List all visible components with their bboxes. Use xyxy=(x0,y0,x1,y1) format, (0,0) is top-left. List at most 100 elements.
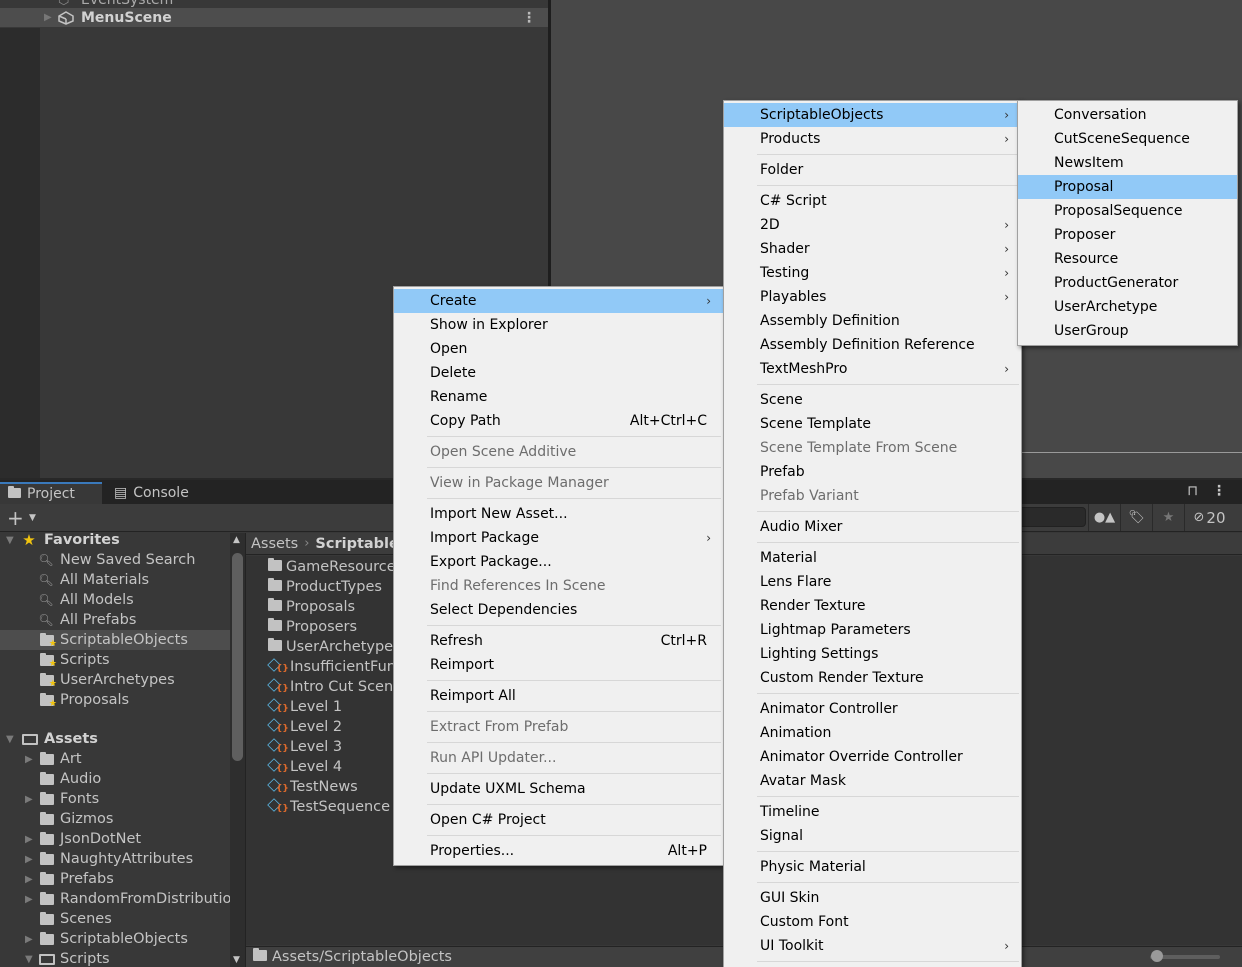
tab-project[interactable]: Project xyxy=(0,482,102,504)
asset-folder-item[interactable]: Scenes xyxy=(0,909,230,929)
create-button[interactable]: + xyxy=(7,506,24,530)
breadcrumb-current[interactable]: Scriptable xyxy=(315,536,398,552)
more-options-icon[interactable]: ⋮ xyxy=(522,10,536,26)
breadcrumb-root[interactable]: Assets xyxy=(251,536,298,552)
menu-item-ui-toolkit[interactable]: UI Toolkit › xyxy=(724,934,1021,958)
menu-item-import-package[interactable]: Import Package › xyxy=(394,526,723,550)
tree-scrollbar[interactable]: ▲ ▼ xyxy=(230,533,246,967)
menu-item-resource[interactable]: Resource xyxy=(1018,247,1237,271)
chevron-down-icon[interactable]: ▼ xyxy=(29,513,36,523)
list-item[interactable]: {} TestNews xyxy=(267,777,358,797)
hidden-packages-toggle[interactable]: ⊘ 20 xyxy=(1184,504,1234,531)
menu-item-newsitem[interactable]: NewsItem xyxy=(1018,151,1237,175)
menu-item-assembly-definition[interactable]: Assembly Definition xyxy=(724,309,1021,333)
favorite-item[interactable]: 🔍︎ All Prefabs xyxy=(0,610,230,630)
collapse-arrow-icon[interactable]: ▼ xyxy=(6,734,14,745)
lock-icon[interactable]: ⊓ xyxy=(1187,483,1198,499)
asset-folder-item[interactable]: Gizmos xyxy=(0,809,230,829)
expand-arrow-icon[interactable]: ▶ xyxy=(25,894,33,905)
favorite-item[interactable]: 🔍︎ New Saved Search xyxy=(0,550,230,570)
menu-item-scene[interactable]: Scene xyxy=(724,388,1021,412)
list-item[interactable]: {} Level 2 xyxy=(267,717,342,737)
menu-item-proposal[interactable]: Proposal xyxy=(1018,175,1237,199)
expand-arrow-icon[interactable]: ▶ xyxy=(25,934,33,945)
asset-folder-item[interactable]: ▶ Prefabs xyxy=(0,869,230,889)
expand-arrow-icon[interactable]: ▶ xyxy=(25,854,33,865)
list-item[interactable]: Proposers xyxy=(268,617,357,637)
menu-item-open[interactable]: Open xyxy=(394,337,723,361)
menu-item-productgenerator[interactable]: ProductGenerator xyxy=(1018,271,1237,295)
slider-handle[interactable] xyxy=(1151,950,1163,962)
scroll-down-icon[interactable]: ▼ xyxy=(233,955,240,965)
search-by-label-button[interactable]: 🏷 xyxy=(1120,504,1152,531)
menu-item-proposer[interactable]: Proposer xyxy=(1018,223,1237,247)
menu-item-shader[interactable]: Shader › xyxy=(724,237,1021,261)
list-item[interactable]: GameResource xyxy=(268,557,396,577)
menu-item-2d[interactable]: 2D › xyxy=(724,213,1021,237)
menu-item-lightmap-parameters[interactable]: Lightmap Parameters xyxy=(724,618,1021,642)
asset-folder-item[interactable]: ▶ ScriptableObjects xyxy=(0,929,230,949)
list-item[interactable]: {} Level 3 xyxy=(267,737,342,757)
menu-item-animator-override-controller[interactable]: Animator Override Controller xyxy=(724,745,1021,769)
asset-folder-item[interactable]: ▶ Art xyxy=(0,749,230,769)
favorite-item[interactable]: 🔍︎ All Models xyxy=(0,590,230,610)
menu-item-properties[interactable]: Properties... Alt+P xyxy=(394,839,723,863)
menu-item-signal[interactable]: Signal xyxy=(724,824,1021,848)
menu-item-gui-skin[interactable]: GUI Skin xyxy=(724,886,1021,910)
menu-item-lens-flare[interactable]: Lens Flare xyxy=(724,570,1021,594)
menu-item-create[interactable]: Create › xyxy=(394,289,723,313)
menu-item-scene-template[interactable]: Scene Template xyxy=(724,412,1021,436)
menu-item-products[interactable]: Products › xyxy=(724,127,1021,151)
list-item[interactable]: Proposals xyxy=(268,597,355,617)
menu-item-show-in-explorer[interactable]: Show in Explorer xyxy=(394,313,723,337)
menu-item-cutscenesequence[interactable]: CutSceneSequence xyxy=(1018,127,1237,151)
menu-item-csharp-script[interactable]: C# Script xyxy=(724,189,1021,213)
list-item[interactable]: {} Level 1 xyxy=(267,697,342,717)
asset-folder-item[interactable]: Audio xyxy=(0,769,230,789)
menu-item-animator-controller[interactable]: Animator Controller xyxy=(724,697,1021,721)
favorite-item[interactable]: 🔍︎ All Materials xyxy=(0,570,230,590)
menu-item-testing[interactable]: Testing › xyxy=(724,261,1021,285)
menu-item-timeline[interactable]: Timeline xyxy=(724,800,1021,824)
asset-folder-item[interactable]: ▼ Scripts xyxy=(0,949,230,967)
asset-folder-item[interactable]: ▶ NaughtyAttributes xyxy=(0,849,230,869)
list-item[interactable]: {} Intro Cut Scene xyxy=(267,677,402,697)
menu-item-proposalsequence[interactable]: ProposalSequence xyxy=(1018,199,1237,223)
menu-item-delete[interactable]: Delete xyxy=(394,361,723,385)
more-options-icon[interactable]: ⋮ xyxy=(1212,483,1226,499)
assets-header[interactable]: ▼ Assets xyxy=(0,729,230,749)
menu-item-reimport[interactable]: Reimport xyxy=(394,653,723,677)
menu-item-update-uxml-schema[interactable]: Update UXML Schema xyxy=(394,777,723,801)
favorite-item[interactable]: ★ ScriptableObjects xyxy=(0,630,230,650)
menu-item-rename[interactable]: Rename xyxy=(394,385,723,409)
expand-arrow-icon[interactable]: ▶ xyxy=(25,794,33,805)
menu-item-assembly-definition-reference[interactable]: Assembly Definition Reference xyxy=(724,333,1021,357)
favorite-item[interactable]: ★ UserArchetypes xyxy=(0,670,230,690)
menu-item-select-dependencies[interactable]: Select Dependencies xyxy=(394,598,723,622)
asset-folder-item[interactable]: ▶ JsonDotNet xyxy=(0,829,230,849)
menu-item-render-texture[interactable]: Render Texture xyxy=(724,594,1021,618)
menu-item-avatar-mask[interactable]: Avatar Mask xyxy=(724,769,1021,793)
menu-item-folder[interactable]: Folder xyxy=(724,158,1021,182)
menu-item-scriptableobjects[interactable]: ScriptableObjects › xyxy=(724,103,1021,127)
save-search-button[interactable]: ★ xyxy=(1152,504,1184,531)
menu-item-textmeshpro[interactable]: TextMeshPro › xyxy=(724,357,1021,381)
tab-console[interactable]: ▤ Console xyxy=(112,482,189,504)
menu-item-conversation[interactable]: Conversation xyxy=(1018,103,1237,127)
menu-item-animation[interactable]: Animation xyxy=(724,721,1021,745)
scrollbar-thumb[interactable] xyxy=(232,553,243,761)
expand-arrow-icon[interactable]: ▶ xyxy=(44,12,52,23)
menu-item-physic-material[interactable]: Physic Material xyxy=(724,855,1021,879)
favorites-header[interactable]: ▼ ★ Favorites xyxy=(0,533,230,550)
list-item[interactable]: {} InsufficientFun xyxy=(267,657,396,677)
asset-folder-item[interactable]: ▶ RandomFromDistributio xyxy=(0,889,230,909)
list-item[interactable]: {} TestSequence xyxy=(267,797,390,817)
asset-folder-item[interactable]: ▶ Fonts xyxy=(0,789,230,809)
menu-item-prefab[interactable]: Prefab xyxy=(724,460,1021,484)
menu-item-usergroup[interactable]: UserGroup xyxy=(1018,319,1237,343)
menu-item-playables[interactable]: Playables › xyxy=(724,285,1021,309)
expand-arrow-icon[interactable]: ▶ xyxy=(25,874,33,885)
hierarchy-item-menuscene[interactable]: ▶ MenuScene ⋮ xyxy=(0,8,548,27)
menu-item-refresh[interactable]: Refresh Ctrl+R xyxy=(394,629,723,653)
favorite-item[interactable]: ★ Scripts xyxy=(0,650,230,670)
